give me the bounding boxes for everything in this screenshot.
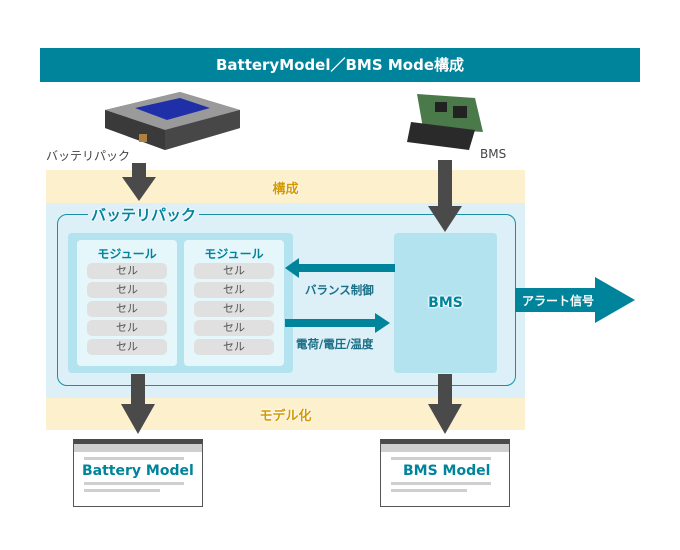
cell: セル xyxy=(87,320,167,336)
cell: セル xyxy=(87,339,167,355)
measurement-label: 電荷/電圧/温度 xyxy=(296,337,374,351)
battery-pack-label: バッテリパック xyxy=(46,149,131,163)
battery-model-title: Battery Model xyxy=(82,463,194,479)
battery-model-doc: Battery Model xyxy=(73,439,203,507)
battery-pack-image xyxy=(105,92,240,150)
bms-block-label: BMS xyxy=(428,295,463,311)
diagram-title: BatteryModel／BMS Mode構成 xyxy=(40,48,640,82)
cell: セル xyxy=(194,301,274,317)
bms-block: BMS xyxy=(394,233,497,373)
doc-line xyxy=(84,482,184,485)
cell: セル xyxy=(87,282,167,298)
module-title: モジュール xyxy=(204,247,264,261)
balance-control-label: バランス制御 xyxy=(305,283,374,297)
measurement-arrow xyxy=(285,313,390,333)
balance-control-arrow xyxy=(285,258,395,278)
battery-pack-title: バッテリパック xyxy=(88,204,200,225)
cell: セル xyxy=(87,263,167,279)
module: モジュール セル セル セル セル セル xyxy=(77,240,177,366)
doc-line xyxy=(391,489,467,492)
down-arrow-bms xyxy=(428,160,462,232)
bms-board-image xyxy=(407,94,483,150)
bms-label: BMS xyxy=(480,147,507,161)
down-arrow-bms-model xyxy=(428,374,462,434)
module: モジュール セル セル セル セル セル xyxy=(184,240,284,366)
doc-line xyxy=(84,457,184,460)
cell: セル xyxy=(194,282,274,298)
cell: セル xyxy=(194,320,274,336)
doc-line xyxy=(391,482,491,485)
module-title: モジュール xyxy=(97,247,157,261)
cell: セル xyxy=(194,339,274,355)
doc-header-bar xyxy=(381,444,509,452)
bms-model-title: BMS Model xyxy=(403,463,491,479)
doc-header-bar xyxy=(74,444,202,452)
down-arrow-battery-model xyxy=(121,374,155,434)
doc-line xyxy=(391,457,491,460)
cell: セル xyxy=(87,301,167,317)
alert-signal-label: アラート信号 xyxy=(522,294,595,308)
down-arrow-battery xyxy=(122,163,156,201)
doc-line xyxy=(84,489,160,492)
cell: セル xyxy=(194,263,274,279)
bms-model-doc: BMS Model xyxy=(380,439,510,507)
